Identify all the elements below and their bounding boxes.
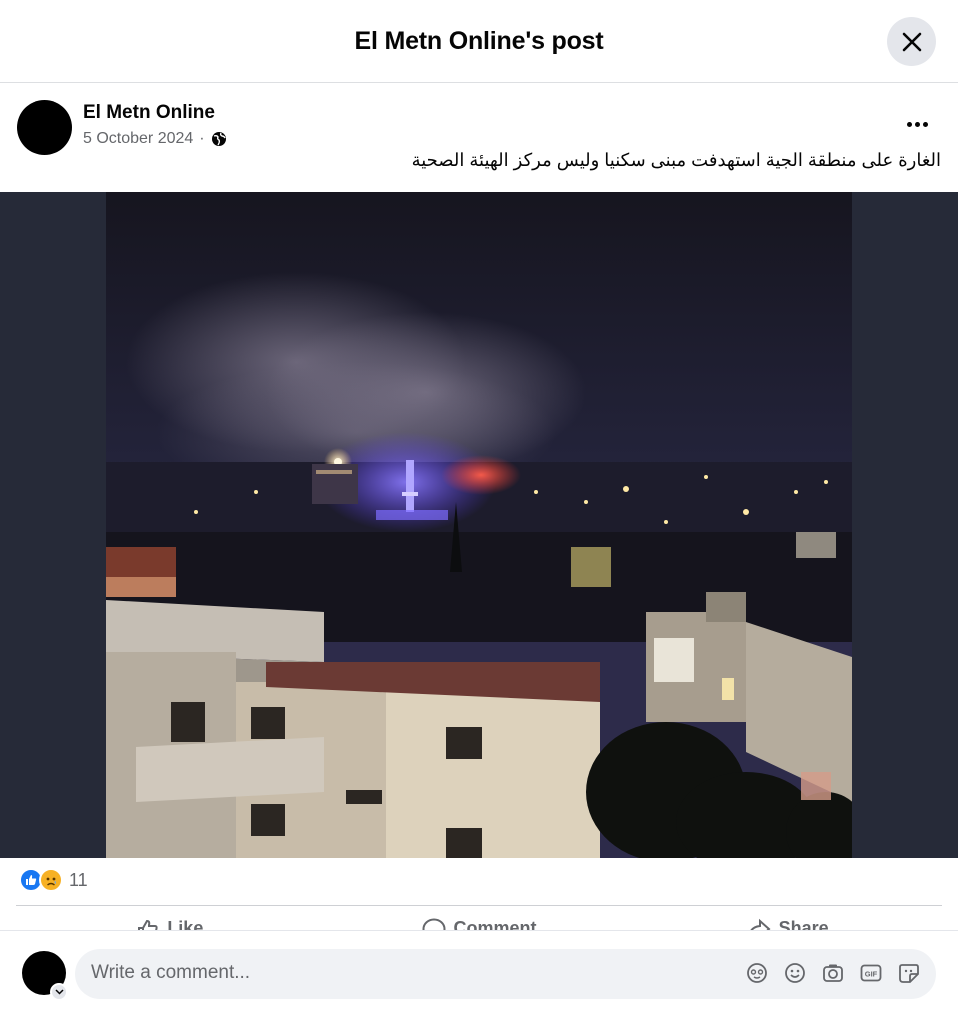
reactions-summary[interactable]: 11 [19,868,88,892]
emoji-button[interactable] [783,961,807,985]
globe-icon [211,132,226,146]
svg-text:GIF: GIF [865,970,878,979]
camera-button[interactable] [821,961,845,985]
post-photo[interactable] [106,192,852,858]
share-icon [750,918,771,930]
avatar-sticker-icon [747,963,767,983]
post-caption: الغارة على منطقة الجية استهدفت مبنى سكني… [411,150,941,170]
comment-placeholder[interactable]: Write a comment... [91,962,250,984]
author-name[interactable]: El Metn Online [83,102,215,124]
reaction-count: 11 [69,869,88,890]
emoji-icon [785,963,805,983]
comment-icon [422,918,445,930]
post-date[interactable]: 5 October 2024 [83,130,193,148]
post-actions: Like Comment Share [16,906,942,930]
close-icon [902,32,921,51]
gif-button[interactable]: GIF [859,961,883,985]
more-dot-icon [914,121,920,127]
chevron-down-icon [54,989,64,995]
more-options-button[interactable] [900,112,934,136]
comment-tools: GIF [745,961,921,985]
like-button[interactable]: Like [16,906,325,930]
more-dot-icon [906,121,912,127]
author-avatar[interactable] [17,100,72,155]
sticker-button[interactable] [897,961,921,985]
post-meta: 5 October 2024 · [83,130,227,148]
profile-switch-badge[interactable] [50,983,68,1001]
sad-reaction-icon [39,868,63,892]
dialog-header: El Metn Online's post [0,0,958,83]
dialog-title: El Metn Online's post [354,27,604,55]
like-label: Like [167,918,204,930]
thumbs-up-icon [138,919,158,930]
share-button[interactable]: Share [633,906,942,930]
meta-separator: · [199,130,205,147]
night-city-photo [106,192,852,858]
comment-label: Comment [453,918,537,930]
share-label: Share [778,918,829,930]
comment-button[interactable]: Comment [325,906,634,930]
camera-icon [823,964,843,982]
more-dot-icon [922,121,928,127]
close-button[interactable] [887,17,936,66]
avatar-sticker-button[interactable] [745,961,769,985]
sticker-icon [899,964,919,983]
gif-icon: GIF [860,964,882,982]
